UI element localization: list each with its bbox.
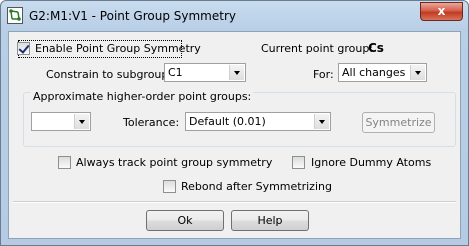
help-button[interactable]: Help (231, 210, 309, 231)
constrain-subgroup-value: C1 (168, 66, 183, 79)
current-point-group-label: Current point group: (261, 42, 374, 55)
tolerance-label: Tolerance: (123, 116, 180, 129)
always-track-checkbox[interactable] (58, 156, 71, 169)
current-point-group-value: Cs (368, 41, 384, 55)
for-value: All changes (342, 66, 406, 79)
rebond-label[interactable]: Rebond after Symmetrizing (181, 180, 332, 193)
enable-symmetry-checkbox[interactable] (17, 42, 30, 55)
tolerance-value: Default (0.01) (189, 115, 266, 128)
chevron-down-icon[interactable] (229, 65, 244, 80)
molecule-app-icon (7, 7, 23, 24)
enable-symmetry-label[interactable]: Enable Point Group Symmetry (35, 42, 201, 55)
dialog-client-area: Enable Point Group Symmetry Current poin… (8, 31, 461, 239)
dialog-window: G2:M1:V1 - Point Group Symmetry x Enable… (0, 0, 469, 246)
for-select[interactable]: All changes (338, 63, 427, 82)
chevron-down-icon[interactable] (74, 114, 89, 129)
chevron-down-icon[interactable] (410, 65, 425, 80)
separator (13, 201, 456, 203)
window-title: G2:M1:V1 - Point Group Symmetry (29, 9, 236, 23)
for-label: For: (313, 68, 334, 81)
constrain-subgroup-label: Constrain to subgroup: (46, 68, 173, 81)
symmetrize-button[interactable]: Symmetrize (362, 112, 435, 133)
ignore-dummy-label[interactable]: Ignore Dummy Atoms (311, 156, 431, 169)
always-track-label[interactable]: Always track point group symmetry (76, 156, 272, 169)
approximate-groupbox-label: Approximate higher-order point groups: (31, 90, 254, 103)
approximate-group-select[interactable] (31, 112, 91, 131)
close-button[interactable]: x (420, 2, 463, 21)
chevron-down-icon[interactable] (314, 114, 329, 129)
rebond-checkbox[interactable] (163, 180, 176, 193)
ignore-dummy-checkbox[interactable] (292, 156, 305, 169)
ok-button[interactable]: Ok (146, 210, 224, 231)
tolerance-select[interactable]: Default (0.01) (185, 112, 331, 131)
title-bar[interactable]: G2:M1:V1 - Point Group Symmetry x (1, 1, 468, 31)
close-icon: x (437, 4, 446, 18)
constrain-subgroup-select[interactable]: C1 (164, 63, 246, 82)
